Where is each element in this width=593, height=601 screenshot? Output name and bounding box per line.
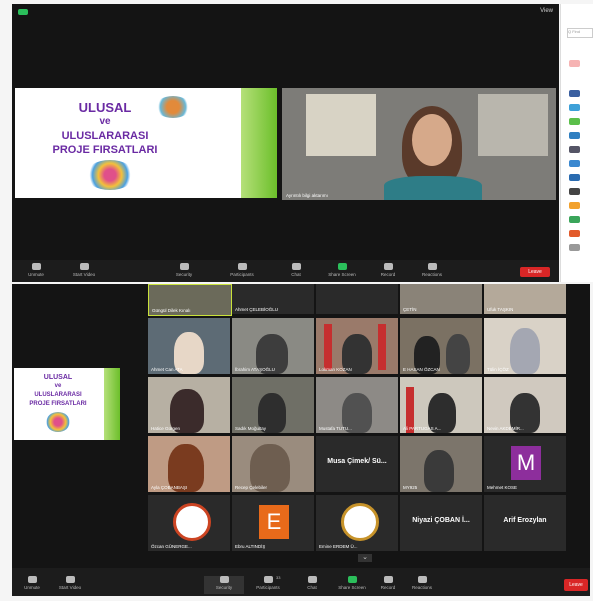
chat-icon — [291, 263, 301, 270]
participant-tile[interactable]: Ali PARTUGAS A... — [400, 377, 482, 433]
chat-button[interactable]: Chat — [276, 263, 316, 277]
camera-icon — [65, 576, 75, 583]
reactions-icon — [417, 576, 427, 583]
slide-thumb-title-3: ULUSLARARASI — [34, 392, 82, 398]
top-meeting-window: View ULUSAL ve ULUSLARARASI PROJE FIRSAT… — [12, 4, 559, 282]
panel-row[interactable] — [569, 174, 580, 181]
participant-tile[interactable]: E HASAN ÖZCAN — [400, 318, 482, 374]
camera-icon — [79, 263, 89, 270]
participants-panel: Q Find — [560, 4, 593, 282]
shield-icon — [219, 576, 229, 583]
mic-icon — [31, 263, 41, 270]
share-screen-button[interactable]: Share Screen — [322, 263, 362, 277]
reactions-button[interactable]: Reactions — [412, 263, 452, 277]
record-button[interactable]: Record — [368, 263, 408, 277]
record-icon — [383, 263, 393, 270]
participants-icon — [237, 263, 247, 270]
panel-row[interactable] — [569, 104, 580, 111]
start-video-button[interactable]: Start Video — [50, 576, 90, 590]
view-button[interactable]: View — [540, 8, 553, 14]
share-screen-icon — [337, 263, 347, 270]
participant-tile[interactable]: MY925 — [400, 436, 482, 492]
participant-tile[interactable]: Lokman KOZAN — [316, 318, 398, 374]
leave-button[interactable]: Leave — [520, 267, 550, 277]
panel-row[interactable] — [569, 160, 580, 167]
chevron-down-icon[interactable]: ⌄ — [358, 554, 372, 562]
participant-tile[interactable]: Tülin İÇÖZ — [484, 318, 566, 374]
participant-tile[interactable] — [316, 284, 398, 314]
speaker-name-label: Ayrıntılı bilgi aktarımı — [286, 193, 328, 198]
participant-tile[interactable]: Hatice Gürgen — [148, 377, 230, 433]
speaker-video: Ayrıntılı bilgi aktarımı — [282, 88, 556, 200]
panel-row[interactable] — [569, 216, 580, 223]
panel-row[interactable] — [569, 132, 580, 139]
participant-tile[interactable]: Ahmet ÇELEBİOĞLU — [232, 284, 314, 314]
shield-icon — [179, 263, 189, 270]
slide-thumb-title-1: ULUSAL — [43, 374, 73, 381]
share-screen-icon — [347, 576, 357, 583]
participants-icon — [263, 576, 273, 583]
participant-tile[interactable]: Güngül Dilek Kınalı — [148, 284, 232, 316]
participant-tile[interactable]: ÇETİN — [400, 284, 482, 314]
slide-thumb-title-2: ve — [54, 383, 62, 389]
security-button[interactable]: Security — [204, 576, 244, 594]
participant-tile[interactable]: Ayla ÇOBANBAŞI — [148, 436, 230, 492]
participant-tile[interactable]: Ahmet Can ATA — [148, 318, 230, 374]
leave-button[interactable]: Leave — [564, 579, 588, 591]
collage-image — [46, 412, 70, 432]
unmute-button[interactable]: Unmute — [16, 263, 56, 277]
security-button[interactable]: Security — [164, 263, 204, 277]
hands-image — [155, 96, 191, 118]
panel-search-input[interactable]: Q Find — [567, 28, 593, 38]
slide-title-4: PROJE FIRSATLARI — [52, 144, 158, 156]
bottom-toolbar: Unmute Start Video Security Participants… — [12, 568, 590, 596]
panel-row[interactable] — [569, 146, 580, 153]
share-screen-button[interactable]: Share Screen — [332, 576, 372, 590]
mic-icon — [27, 576, 37, 583]
participant-tile[interactable]: Recep Çelebiler — [232, 436, 314, 492]
participants-count: 33 — [276, 575, 281, 580]
participant-tile[interactable]: Özcan GÜNERGE... — [148, 495, 230, 551]
panel-row[interactable] — [569, 188, 580, 195]
slide-title-3: ULUSLARARASI — [61, 130, 149, 142]
reactions-icon — [427, 263, 437, 270]
unmute-button[interactable]: Unmute — [12, 576, 52, 590]
panel-row[interactable] — [569, 60, 580, 67]
record-icon — [383, 576, 393, 583]
participants-button[interactable]: Participants — [248, 576, 288, 590]
participant-tile[interactable]: Sadık Moğultay — [232, 377, 314, 433]
panel-row[interactable] — [569, 244, 580, 251]
slide-thumb-title-4: PROJE FIRSATLARI — [29, 401, 87, 407]
start-video-button[interactable]: Start Video — [64, 263, 104, 277]
panel-row[interactable] — [569, 202, 580, 209]
logo-image — [341, 503, 379, 541]
chat-icon — [307, 576, 317, 583]
participant-tile[interactable]: M Mehmet KOSE — [484, 436, 566, 492]
participant-tile[interactable]: Niyazi ÇOBAN İ... — [400, 495, 482, 551]
avatar: M — [511, 446, 541, 480]
participant-tile[interactable]: Ufuk TAŞKIN — [484, 284, 566, 314]
shared-slide-thumb: ULUSAL ve ULUSLARARASI PROJE FIRSATLARI — [14, 368, 120, 440]
logo-image — [173, 503, 211, 541]
chat-button[interactable]: Chat — [292, 576, 332, 590]
participants-button[interactable]: Participants — [222, 263, 262, 277]
reactions-button[interactable]: Reactions — [402, 576, 442, 590]
gallery-meeting-window: ULUSAL ve ULUSLARARASI PROJE FIRSATLARI … — [12, 284, 590, 596]
top-toolbar: Unmute Start Video Security Participants… — [12, 260, 559, 282]
participant-tile[interactable]: Musa Çimek/ Sü... — [316, 436, 398, 492]
participant-tile[interactable]: Emine ERDEM Ü... — [316, 495, 398, 551]
participant-tile[interactable]: E Ebru ALTINDİŞ — [232, 495, 314, 551]
panel-row[interactable] — [569, 230, 580, 237]
participant-tile[interactable]: Arif Erozylan — [484, 495, 566, 551]
collage-image — [85, 160, 135, 190]
shared-slide: ULUSAL ve ULUSLARARASI PROJE FIRSATLARI — [15, 88, 277, 198]
participant-tile[interactable]: İbrahim ATAŞOĞLU — [232, 318, 314, 374]
shield-icon[interactable] — [18, 9, 28, 15]
participant-tile[interactable]: Mustafa TUTU... — [316, 377, 398, 433]
avatar: E — [259, 505, 289, 539]
panel-row[interactable] — [569, 90, 580, 97]
panel-row[interactable] — [569, 118, 580, 125]
participant-tile[interactable]: Nevin AKDEMİR... — [484, 377, 566, 433]
